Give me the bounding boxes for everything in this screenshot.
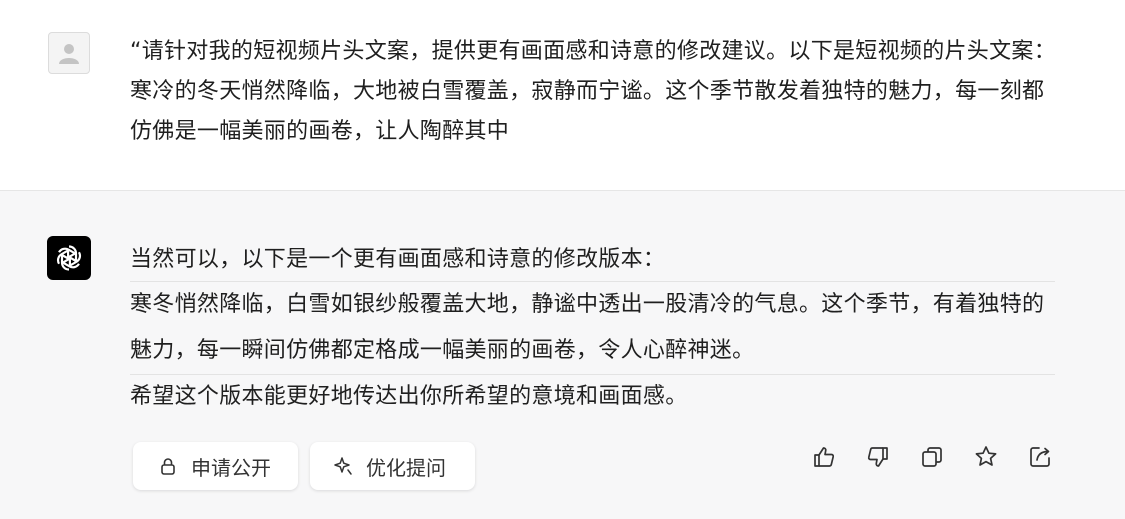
thumbs-down-icon xyxy=(867,447,888,467)
assistant-message-content: 当然可以，以下是一个更有画面感和诗意的修改版本： 寒冬悄然降临，白雪如银纱般覆盖… xyxy=(130,239,1055,419)
favorite-button[interactable] xyxy=(972,443,1000,471)
thumbs-down-button[interactable] xyxy=(864,443,892,471)
sparkle-icon xyxy=(332,455,354,477)
thumbs-up-button[interactable] xyxy=(810,443,838,471)
optimize-prompt-label: 优化提问 xyxy=(366,455,446,480)
assistant-message-row: 当然可以，以下是一个更有画面感和诗意的修改版本： 寒冬悄然降临，白雪如银纱般覆盖… xyxy=(0,191,1125,519)
user-message-row: “请针对我的短视频片头文案，提供更有画面感和诗意的修改建议。以下是短视频的片头文… xyxy=(0,0,1125,191)
apply-public-button[interactable]: 申请公开 xyxy=(133,442,298,490)
assistant-intro-text: 当然可以，以下是一个更有画面感和诗意的修改版本： xyxy=(130,239,1055,282)
user-avatar xyxy=(48,32,90,74)
share-button[interactable] xyxy=(1026,443,1054,471)
thumbs-up-icon xyxy=(814,447,835,467)
lock-icon xyxy=(157,455,179,477)
star-icon xyxy=(975,446,997,466)
assistant-avatar xyxy=(47,236,91,280)
optimize-prompt-button[interactable]: 优化提问 xyxy=(310,442,475,490)
share-icon xyxy=(1030,447,1050,467)
copy-icon xyxy=(922,447,942,467)
user-message-text: “请针对我的短视频片头文案，提供更有画面感和诗意的修改建议。以下是短视频的片头文… xyxy=(130,39,1057,144)
user-avatar-icon xyxy=(59,44,79,64)
assistant-revised-text: 寒冬悄然降临，白雪如银纱般覆盖大地，静谧中透出一股清冷的气息。这个季节，有着独特… xyxy=(130,282,1055,375)
apply-public-label: 申请公开 xyxy=(191,455,271,480)
openai-logo-icon xyxy=(56,245,82,271)
assistant-closing-text: 希望这个版本能更好地传达出你所希望的意境和画面感。 xyxy=(130,384,688,409)
copy-button[interactable] xyxy=(918,443,946,471)
